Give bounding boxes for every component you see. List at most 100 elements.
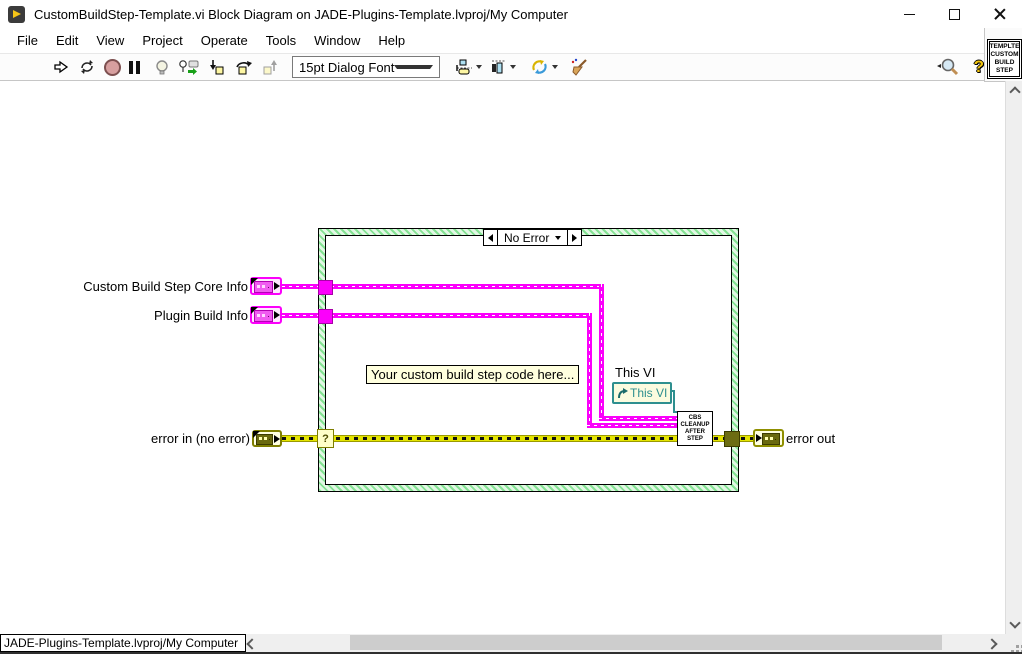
cluster-wire[interactable] xyxy=(599,416,678,421)
tunnel-error-output[interactable] xyxy=(724,431,740,447)
execution-context-label[interactable]: JADE-Plugins-Template.lvproj/My Computer xyxy=(0,634,246,652)
menu-file[interactable]: File xyxy=(8,33,47,48)
case-previous-button[interactable] xyxy=(483,229,498,246)
horizontal-scrollbar-thumb[interactable] xyxy=(350,635,942,650)
retain-wire-values-icon xyxy=(178,59,200,76)
toolbar: 15pt Dialog Font xyxy=(0,54,1022,81)
resize-grip[interactable] xyxy=(1016,645,1019,648)
vi-reference-arrow-icon xyxy=(617,388,628,399)
distribute-objects-button[interactable] xyxy=(490,59,516,75)
case-structure[interactable] xyxy=(318,228,739,492)
close-button[interactable] xyxy=(977,0,1022,28)
step-into-icon xyxy=(208,59,226,75)
menu-operate[interactable]: Operate xyxy=(192,33,257,48)
step-out-button[interactable] xyxy=(262,56,280,78)
free-label[interactable]: Your custom build step code here... xyxy=(366,365,579,384)
vertical-scrollbar[interactable] xyxy=(1005,81,1022,634)
menu-edit[interactable]: Edit xyxy=(47,33,87,48)
scroll-down-icon[interactable] xyxy=(1009,617,1020,628)
case-selector-value: No Error xyxy=(504,231,549,245)
subvi-icon-line: STEP xyxy=(687,436,703,443)
label-error-in: error in (no error) xyxy=(151,431,250,446)
clean-up-diagram-button[interactable] xyxy=(570,56,590,78)
terminal-error-out[interactable] xyxy=(753,429,784,447)
chevron-down-icon xyxy=(394,65,433,69)
cluster-wire[interactable] xyxy=(599,284,604,421)
terminal-plugin-build-info[interactable] xyxy=(250,306,282,324)
step-over-button[interactable] xyxy=(234,56,254,78)
clean-up-diagram-icon xyxy=(570,58,590,76)
arrow-right-icon xyxy=(274,311,280,319)
subvi-cbs-cleanup-after-step[interactable]: CBS CLEANUP AFTER STEP xyxy=(677,411,713,446)
error-cluster-glyph-icon xyxy=(762,433,780,445)
cluster-wire[interactable] xyxy=(587,423,678,428)
retain-wire-values-button[interactable] xyxy=(178,56,200,78)
scroll-up-icon[interactable] xyxy=(1009,86,1020,97)
pause-icon xyxy=(129,61,140,74)
menu-help[interactable]: Help xyxy=(369,33,414,48)
menu-bar: File Edit View Project Operate Tools Win… xyxy=(0,28,992,54)
tunnel-cluster-input-2[interactable] xyxy=(318,309,333,324)
terminal-custom-build-step-core-info[interactable] xyxy=(250,277,282,295)
resize-objects-button[interactable] xyxy=(530,59,558,76)
subvi-icon-line: CBS xyxy=(689,415,702,422)
distribute-objects-icon xyxy=(490,59,507,75)
search-icon xyxy=(936,57,960,77)
font-selector-value: 15pt Dialog Font xyxy=(293,60,394,75)
tunnel-cluster-input-1[interactable] xyxy=(318,280,333,295)
resize-objects-icon xyxy=(530,59,549,76)
context-help-button[interactable]: ? xyxy=(974,56,984,78)
subvi-icon-line: CLEANUP xyxy=(680,422,709,429)
this-vi-refnum-constant[interactable]: This VI xyxy=(612,382,672,404)
cluster-wire[interactable] xyxy=(587,313,592,428)
menu-tools[interactable]: Tools xyxy=(257,33,305,48)
vi-icon-panel: TEMPLTE CUSTOM BUILD STEP xyxy=(984,28,1022,82)
scroll-right-icon[interactable] xyxy=(986,638,997,649)
minimize-button[interactable] xyxy=(887,0,932,28)
maximize-button[interactable] xyxy=(932,0,977,28)
run-continuously-button[interactable] xyxy=(78,56,96,78)
case-selector[interactable]: No Error xyxy=(483,229,582,246)
label-custom-build-step-core-info: Custom Build Step Core Info xyxy=(83,279,248,294)
horizontal-scrollbar[interactable]: JADE-Plugins-Template.lvproj/My Computer xyxy=(0,634,1022,652)
chevron-down-icon xyxy=(510,65,516,69)
case-selector-tunnel[interactable]: ? xyxy=(317,429,334,448)
title-bar: CustomBuildStep-Template.vi Block Diagra… xyxy=(0,0,1022,28)
highlight-execution-button[interactable] xyxy=(154,56,170,78)
terminal-error-in[interactable] xyxy=(252,430,282,447)
step-into-button[interactable] xyxy=(208,56,226,78)
case-selector-label[interactable]: No Error xyxy=(497,229,568,246)
abort-execution-icon xyxy=(104,59,121,76)
font-selector[interactable]: 15pt Dialog Font xyxy=(292,56,440,78)
pause-button[interactable] xyxy=(129,56,140,78)
menu-project[interactable]: Project xyxy=(133,33,191,48)
case-structure-interior xyxy=(325,235,732,485)
close-icon xyxy=(994,8,1006,20)
search-button[interactable] xyxy=(936,56,960,78)
run-icon xyxy=(52,59,70,75)
vi-refnum-wire[interactable] xyxy=(673,390,675,413)
arrow-right-icon xyxy=(274,435,280,443)
vi-icon[interactable]: TEMPLTE CUSTOM BUILD STEP xyxy=(987,39,1022,79)
cluster-glyph-icon xyxy=(254,281,273,293)
scroll-left-icon[interactable] xyxy=(246,638,257,649)
cluster-glyph-icon xyxy=(254,310,273,322)
arrow-right-icon xyxy=(274,282,280,290)
menu-view[interactable]: View xyxy=(87,33,133,48)
maximize-icon xyxy=(949,9,960,20)
selector-tunnel-glyph: ? xyxy=(322,433,329,445)
arrow-left-icon xyxy=(488,234,493,242)
align-objects-button[interactable] xyxy=(456,59,482,75)
subvi-icon-line: AFTER xyxy=(685,429,705,436)
label-this-vi: This VI xyxy=(615,365,655,380)
abort-execution-button[interactable] xyxy=(104,56,121,78)
case-next-button[interactable] xyxy=(567,229,582,246)
toolbar-right-cluster: ? xyxy=(900,54,990,80)
label-plugin-build-info: Plugin Build Info xyxy=(154,308,248,323)
labview-block-diagram-window: CustomBuildStep-Template.vi Block Diagra… xyxy=(0,0,1022,654)
run-button[interactable] xyxy=(52,56,70,78)
execution-context-text: JADE-Plugins-Template.lvproj/My Computer xyxy=(4,636,238,650)
labview-app-icon xyxy=(8,6,25,23)
menu-window[interactable]: Window xyxy=(305,33,369,48)
step-out-icon xyxy=(262,59,280,75)
